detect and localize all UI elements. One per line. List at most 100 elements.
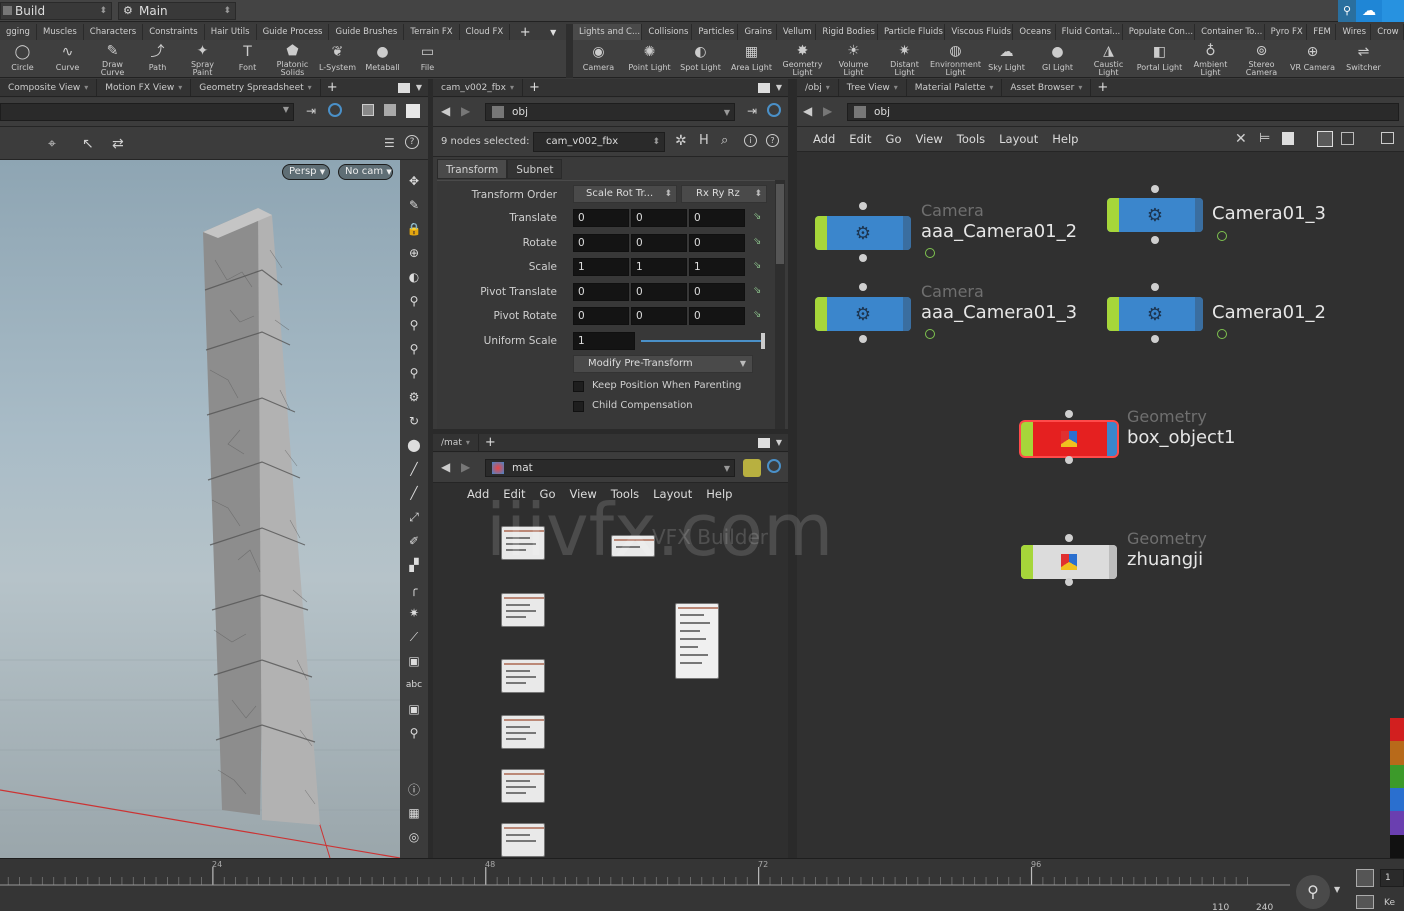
shelf-divider[interactable] <box>566 24 573 78</box>
timeline[interactable]: 24 48 72 96 ⚲ ▼ 1 Ke 110 240 <box>0 858 1404 911</box>
add-tab-icon[interactable]: + <box>479 434 502 451</box>
viewport-tool-16-icon[interactable]: ▞ <box>403 554 425 576</box>
forward-arrow-icon[interactable]: ▶ <box>461 460 470 474</box>
viewport-tool-extra-0-icon[interactable]: ▣ <box>403 698 425 720</box>
node-name-label[interactable]: Camera01_2 <box>1212 302 1326 323</box>
shelf-tab[interactable]: Populate Con... <box>1123 24 1196 40</box>
pane-layout-icon[interactable] <box>757 437 770 448</box>
param-handle-icon[interactable]: ⇘ <box>753 236 761 247</box>
mat-node[interactable] <box>501 823 545 857</box>
viewport-tool-7-icon[interactable]: ⚲ <box>403 338 425 360</box>
node-body[interactable]: ⚙ <box>815 216 911 250</box>
viewport-tool-17-icon[interactable]: ╭ <box>403 578 425 600</box>
viewport-tool-13-icon[interactable]: ╱ <box>403 482 425 504</box>
menu-item-go[interactable]: Go <box>886 132 902 146</box>
tools-icon[interactable]: ✕ <box>1235 131 1247 147</box>
close-icon[interactable]: ▾ <box>510 79 514 97</box>
param-value-field[interactable]: 0 <box>689 282 745 301</box>
shelf-tab[interactable]: Guide Brushes <box>329 24 405 40</box>
template-flag[interactable] <box>903 216 911 250</box>
param-handle-icon[interactable]: ⇘ <box>753 309 761 320</box>
link-icon[interactable] <box>328 103 342 117</box>
shelf-tab[interactable]: gging <box>0 24 37 40</box>
scrollbar-thumb[interactable] <box>776 184 784 264</box>
shelf-tool-file[interactable]: ▭ File <box>405 40 450 77</box>
node-name-field[interactable]: cam_v002_fbx ⬍ <box>533 132 665 152</box>
tab-params[interactable]: cam_v002_fbx ▾ <box>433 79 523 96</box>
shelf-tab[interactable]: Crow <box>1371 24 1404 40</box>
shelf-tab[interactable]: Constraints <box>143 24 205 40</box>
tree-icon[interactable]: ⊨ <box>1259 131 1270 146</box>
chevron-down-icon[interactable]: ▼ <box>776 83 782 92</box>
viewport-tool-19-icon[interactable]: ⟋ <box>403 626 425 648</box>
display-options-icon[interactable]: ☰ <box>384 136 395 150</box>
node-name-label[interactable]: box_object1 <box>1127 427 1235 448</box>
shelf-tab[interactable]: Vellum <box>777 24 817 40</box>
viewport-tool-15-icon[interactable]: ✐ <box>403 530 425 552</box>
shelf-tab[interactable]: FEM <box>1307 24 1337 40</box>
shelf-tab[interactable]: Collisions <box>642 24 693 40</box>
close-icon[interactable]: ▾ <box>84 79 88 97</box>
shelf-tab[interactable]: Lights and C... <box>573 24 643 40</box>
help-node-icon[interactable]: H <box>699 133 709 148</box>
mat-node[interactable] <box>501 769 545 803</box>
output-connector[interactable] <box>859 254 867 262</box>
viewport-bottom-tool-1-icon[interactable]: ▦ <box>403 802 425 824</box>
back-arrow-icon[interactable]: ◀ <box>441 460 450 474</box>
viewport-tool-10-icon[interactable]: ↻ <box>403 410 425 432</box>
display-flag[interactable] <box>815 216 827 250</box>
output-connector[interactable] <box>1151 335 1159 343</box>
shelf-tool-gi-light[interactable]: ● GI Light <box>1032 40 1083 77</box>
shelf-tool-caustic-light[interactable]: ◮ Caustic Light <box>1083 40 1134 77</box>
pin-icon[interactable]: ⇥ <box>306 104 316 118</box>
network-path-field[interactable]: obj <box>847 103 1399 121</box>
uniform-scale-field[interactable]: 1 <box>573 331 635 350</box>
viewport-tool-9-icon[interactable]: ⚙ <box>403 386 425 408</box>
tab-mat[interactable]: /mat ▾ <box>433 434 479 451</box>
chevron-down-icon[interactable]: ▼ <box>776 438 782 447</box>
shelf-tool-camera[interactable]: ◉ Camera <box>573 40 624 77</box>
menu-item-layout[interactable]: Layout <box>999 132 1038 146</box>
close-icon[interactable]: ▾ <box>466 434 470 452</box>
param-value-field[interactable]: 0 <box>573 307 629 325</box>
template-flag[interactable] <box>1107 422 1117 456</box>
radial-menu-icon[interactable]: ⚲ <box>1338 0 1356 22</box>
input-connector[interactable] <box>1151 283 1159 291</box>
tab-left-0[interactable]: Composite View ▾ <box>0 79 98 97</box>
menu-item-edit[interactable]: Edit <box>849 132 871 146</box>
viewport-tool-8-icon[interactable]: ⚲ <box>403 362 425 384</box>
param-value-field[interactable]: 0 <box>573 282 629 301</box>
node-name-label[interactable]: aaa_Camera01_2 <box>921 221 1077 242</box>
viewport-tool-5-icon[interactable]: ⚲ <box>403 290 425 312</box>
list-icon[interactable] <box>1282 132 1294 145</box>
param-handle-icon[interactable]: ⇘ <box>753 211 761 222</box>
back-arrow-icon[interactable]: ◀ <box>803 104 812 118</box>
input-connector[interactable] <box>1065 410 1073 418</box>
link-icon[interactable] <box>767 459 781 473</box>
pin-icon[interactable] <box>743 459 761 477</box>
display-flag[interactable] <box>815 297 827 331</box>
viewport-tool-11-icon[interactable]: ⬤ <box>403 434 425 456</box>
mat-path-field[interactable]: mat ▼ <box>485 459 735 477</box>
viewport-tool-0-icon[interactable]: ✥ <box>403 170 425 192</box>
checkbox-child_comp[interactable] <box>573 400 584 412</box>
shelf-tool-circle[interactable]: ◯ Circle <box>0 40 45 77</box>
select-icon[interactable]: ⌖ <box>48 136 56 152</box>
close-icon[interactable]: ▾ <box>826 79 830 97</box>
mat-node[interactable] <box>501 593 545 627</box>
node-name-label[interactable]: zhuangji <box>1127 549 1203 570</box>
swatch[interactable] <box>1390 718 1404 742</box>
forward-arrow-icon[interactable]: ▶ <box>823 104 832 118</box>
swatch[interactable] <box>1390 834 1404 858</box>
shelf-tool-metaball[interactable]: ● Metaball <box>360 40 405 77</box>
shelf-tool-sky-light[interactable]: ☁ Sky Light <box>981 40 1032 77</box>
template-flag[interactable] <box>1195 198 1203 232</box>
viewport-tool-3-icon[interactable]: ⊕ <box>403 242 425 264</box>
display-flag[interactable] <box>1021 422 1033 456</box>
shelf-tab[interactable]: Guide Process <box>257 24 330 40</box>
camera-menu[interactable]: No cam ▼ <box>338 164 393 180</box>
add-tab-icon[interactable]: + <box>523 79 546 96</box>
shelf-tool-volume-light[interactable]: ☀ Volume Light <box>828 40 879 77</box>
display-flag[interactable] <box>1107 198 1119 232</box>
view-dropdown[interactable]: ⚙ Main ⬍ <box>118 2 236 20</box>
